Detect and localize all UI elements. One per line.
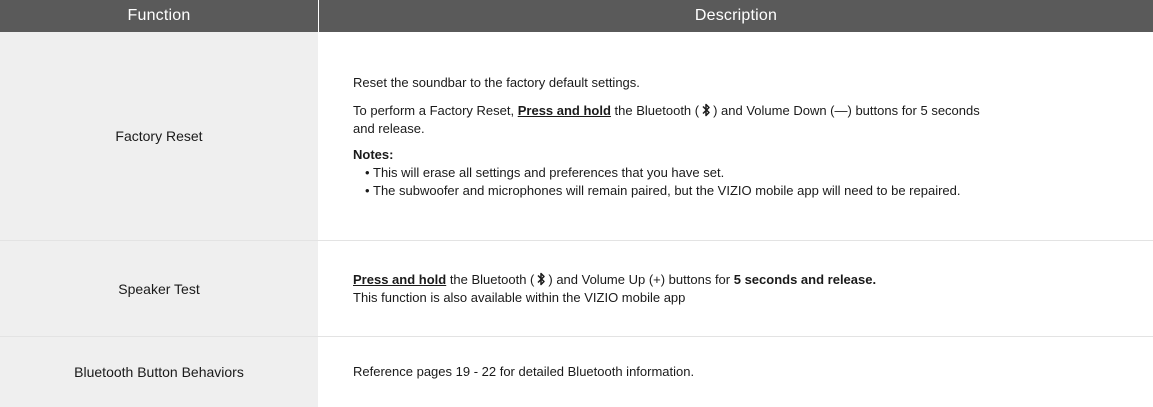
description-line: To perform a Factory Reset, Press and ho… [353,102,1153,138]
text-segment: and release. [353,121,425,136]
table-row: Bluetooth Button Behaviors Reference pag… [0,337,1153,407]
table-header: Function Description [0,0,1153,32]
text-segment: the Bluetooth ( [610,103,700,118]
emphasis-text: Press and hold [353,271,447,287]
emphasis-text: 5 seconds and release. [733,271,877,287]
description-cell: Reset the soundbar to the factory defaul… [318,32,1153,240]
function-table: Function Description Factory Reset Reset… [0,0,1153,407]
description-cell: Reference pages 19 - 22 for detailed Blu… [318,337,1153,407]
text-segment: ) and Volume Up (+) buttons for [548,271,734,287]
description-line: Reference pages 19 - 22 for detailed Blu… [353,364,695,379]
table-row: Factory Reset Reset the soundbar to the … [0,32,1153,241]
bluetooth-icon [537,272,546,285]
function-cell: Factory Reset [0,32,318,240]
function-cell: Speaker Test [0,241,318,336]
text-segment: ) and Volume Down (—) buttons for 5 seco… [713,103,980,118]
header-function: Function [127,7,191,24]
text-segment: To perform a Factory Reset, [353,103,518,118]
bluetooth-icon [702,103,710,117]
emphasis-text: Press and hold [517,103,611,118]
description-line: Press and hold the Bluetooth ( ) and Volu… [353,271,1153,289]
notes-title: Notes: [353,147,394,162]
text-segment: the Bluetooth ( [446,271,535,287]
description-line: This function is also available within t… [353,289,686,305]
notes-list: This will erase all settings and prefere… [353,164,1153,200]
header-description: Description [694,7,778,24]
list-item: The subwoofer and microphones will remai… [365,182,1153,200]
description-cell: Press and hold the Bluetooth ( ) and Volu… [318,241,1153,336]
description-line: Reset the soundbar to the factory defaul… [353,75,640,90]
function-cell: Bluetooth Button Behaviors [0,337,318,407]
table-row: Speaker Test Press and hold the Bluetoot… [0,241,1153,337]
list-item: This will erase all settings and prefere… [365,164,1153,182]
